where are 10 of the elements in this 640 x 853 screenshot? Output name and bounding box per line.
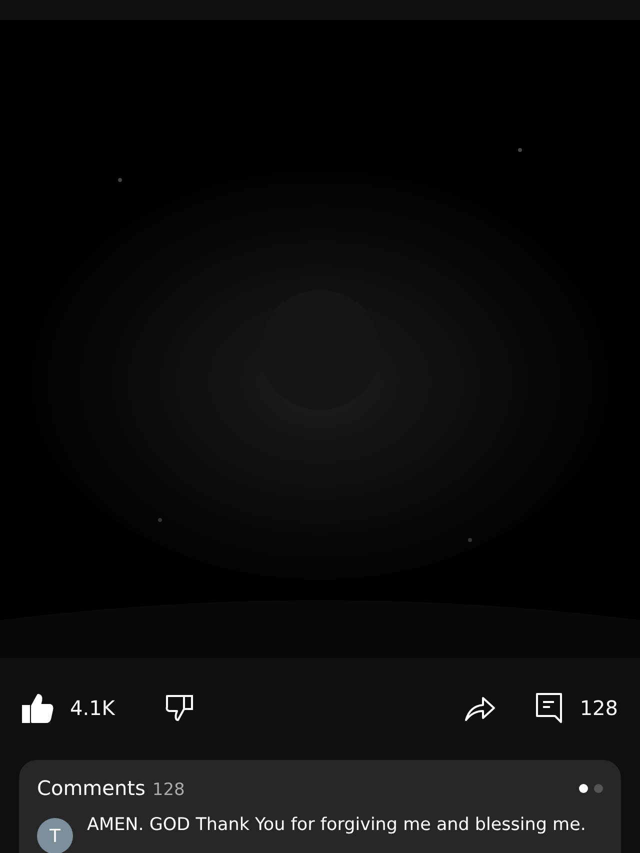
comments-count: 128 [152,780,185,800]
share-icon[interactable] [464,694,496,722]
comments-card[interactable]: Comments 128 T AMEN. GOD Thank You for forgiving me and blessing me. [19,760,621,853]
comment-text: AMEN. GOD Thank You for forgiving me and blessing me. [87,814,586,837]
like-button[interactable]: 4.1K [22,693,115,723]
comment-icon [536,693,562,723]
comments-button[interactable]: 128 [536,693,618,723]
user-avatar: T [37,818,73,853]
comments-title: Comments [37,776,146,800]
thumbs-down-icon[interactable] [164,694,195,722]
